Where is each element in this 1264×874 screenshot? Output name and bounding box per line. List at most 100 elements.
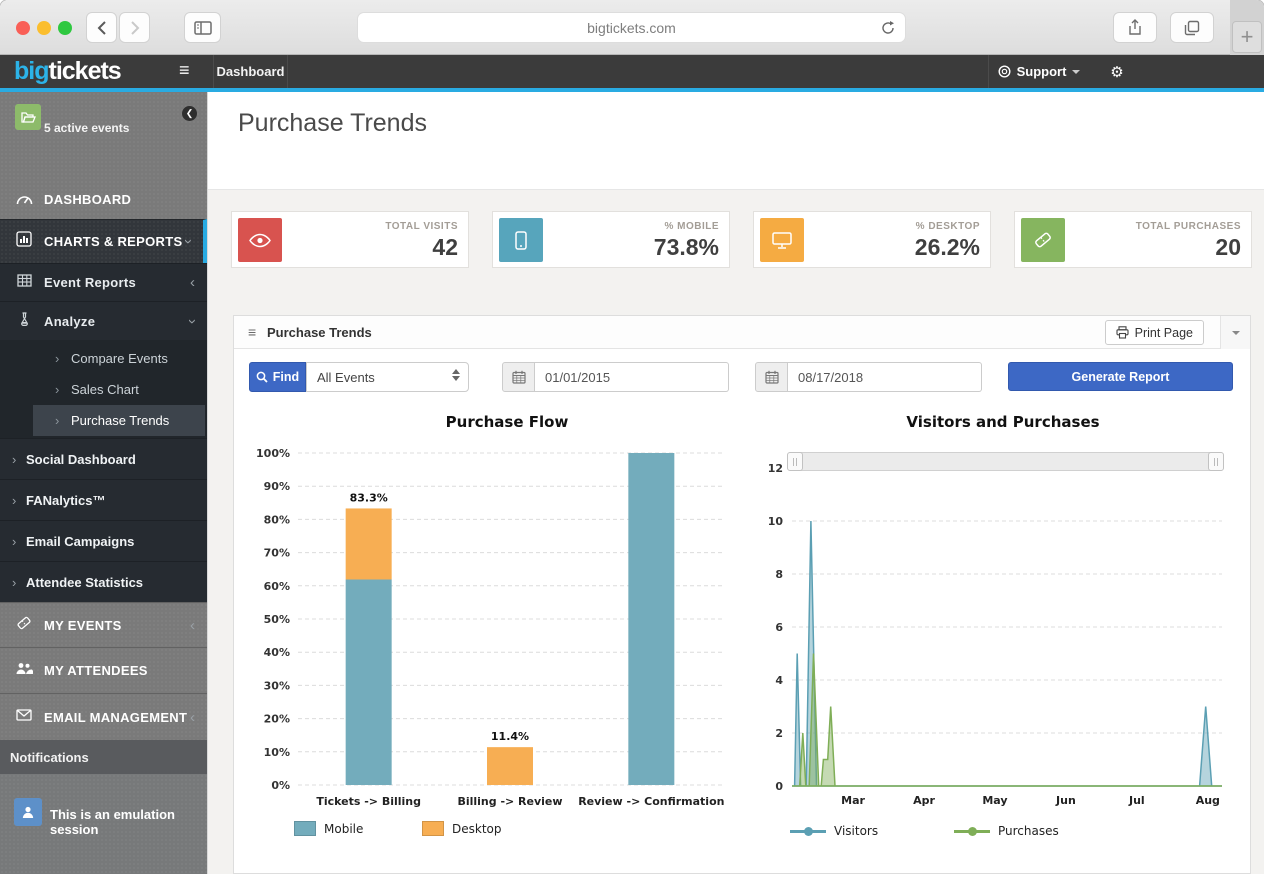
sidebar-toggle-button[interactable]	[184, 12, 221, 43]
sidebar-item-event-reports[interactable]: Event Reports ‹	[0, 263, 207, 301]
svg-text:Jun: Jun	[1055, 794, 1076, 807]
sidebar-item-social-dashboard[interactable]: › Social Dashboard	[0, 438, 207, 479]
stat-card-percent-desktop: % DESKTOP 26.2%	[753, 211, 991, 268]
desktop-legend-item: Desktop	[422, 821, 502, 836]
nav-divider	[988, 55, 989, 88]
sidebar-item-purchase-trends[interactable]: › Purchase Trends	[33, 405, 205, 436]
sidebar-icon	[194, 21, 212, 35]
find-button[interactable]: Find	[249, 362, 306, 392]
print-page-button[interactable]: Print Page	[1105, 320, 1204, 345]
sidebar-item-compare-events[interactable]: › Compare Events	[33, 343, 205, 374]
forward-button[interactable]	[119, 12, 150, 43]
back-button[interactable]	[86, 12, 117, 43]
menu-toggle-icon[interactable]: ≡	[179, 60, 190, 81]
ticket-icon	[1021, 218, 1065, 262]
sidebar: 5 active events ❮ DASHBOARD CHARTS & REP…	[0, 92, 207, 874]
minimize-window-button[interactable]	[37, 21, 51, 35]
gauge-icon	[15, 192, 33, 210]
share-button[interactable]	[1113, 12, 1157, 43]
sidebar-item-fanalytics[interactable]: › FANalytics™	[0, 479, 207, 520]
url-text: bigtickets.com	[587, 20, 676, 36]
share-icon	[1128, 19, 1142, 36]
sidebar-item-sales-chart[interactable]: › Sales Chart	[33, 374, 205, 405]
svg-text:Jul: Jul	[1128, 794, 1145, 807]
reload-icon[interactable]	[881, 20, 895, 36]
date-from-input[interactable]	[535, 362, 729, 392]
page-title: Purchase Trends	[238, 109, 427, 138]
sidebar-item-my-attendees[interactable]: MY ATTENDEES	[0, 647, 207, 693]
generate-report-button[interactable]: Generate Report	[1008, 362, 1233, 391]
svg-text:4: 4	[775, 674, 783, 687]
mobile-icon	[499, 218, 543, 262]
main-content: Purchase Trends TOTAL VISITS 42 % MOBILE…	[207, 92, 1264, 874]
sidebar-item-charts-reports[interactable]: CHARTS & REPORTS ›	[0, 219, 207, 263]
life-ring-icon	[998, 65, 1011, 78]
date-to-input[interactable]	[788, 362, 982, 392]
purchase-flow-chart-title: Purchase Flow	[307, 413, 707, 431]
ticket-icon	[15, 615, 33, 636]
panel-collapse-button[interactable]	[1220, 316, 1250, 349]
new-tab-button[interactable]: +	[1232, 21, 1262, 53]
gear-icon: ⚙	[1110, 63, 1123, 81]
range-handle-right[interactable]	[1208, 452, 1224, 471]
svg-text:8: 8	[775, 568, 783, 581]
sidebar-item-my-events[interactable]: MY EVENTS ‹	[0, 602, 207, 647]
sidebar-collapse-button[interactable]: ❮	[182, 106, 197, 121]
page-header: Purchase Trends	[208, 92, 1264, 190]
svg-text:Apr: Apr	[913, 794, 935, 807]
sidebar-item-email-management[interactable]: EMAIL MANAGEMENT ‹	[0, 693, 207, 740]
select-stepper-icon	[452, 369, 460, 381]
svg-text:0: 0	[775, 780, 783, 793]
notification-item[interactable]: This is an emulation session	[0, 774, 207, 874]
chevron-left-icon: ‹	[190, 617, 195, 634]
printer-icon	[1116, 326, 1129, 339]
chevron-down-icon: ›	[180, 239, 197, 244]
sidebar-item-email-campaigns[interactable]: › Email Campaigns	[0, 520, 207, 561]
close-window-button[interactable]	[16, 21, 30, 35]
chevron-down-icon: ›	[184, 319, 201, 324]
flask-icon	[15, 312, 33, 331]
sidebar-item-dashboard[interactable]: DASHBOARD	[0, 152, 207, 219]
chart-range-scrollbar[interactable]	[787, 452, 1224, 471]
nav-tab-dashboard[interactable]: Dashboard	[214, 55, 287, 88]
chevron-right-icon: ›	[12, 493, 16, 508]
panel-title: Purchase Trends	[267, 325, 372, 340]
chevron-down-icon	[1072, 70, 1080, 74]
svg-text:10: 10	[768, 515, 784, 528]
svg-text:Billing -> Review: Billing -> Review	[457, 795, 562, 808]
panel-menu-icon[interactable]: ≡	[248, 324, 256, 340]
visitors-purchases-chart-title: Visitors and Purchases	[803, 413, 1203, 431]
maximize-window-button[interactable]	[58, 21, 72, 35]
chevron-right-icon: ›	[55, 351, 59, 366]
sidebar-item-analyze[interactable]: Analyze ›	[0, 301, 207, 340]
forward-icon	[130, 21, 140, 35]
desktop-swatch	[422, 821, 444, 836]
svg-text:Aug: Aug	[1196, 794, 1220, 807]
stat-card-percent-mobile: % MOBILE 73.8%	[492, 211, 730, 268]
user-icon	[14, 798, 42, 826]
mobile-legend-item: Mobile	[294, 821, 363, 836]
nav-support-menu[interactable]: Support	[995, 55, 1083, 88]
browser-chrome: bigtickets.com +	[0, 0, 1264, 55]
sidebar-item-attendee-statistics[interactable]: › Attendee Statistics	[0, 561, 207, 602]
analyze-submenu: › Compare Events › Sales Chart › Purchas…	[0, 340, 207, 438]
settings-gear-button[interactable]: ⚙	[1097, 55, 1137, 88]
range-handle-left[interactable]	[787, 452, 803, 471]
chevron-right-icon: ›	[12, 534, 16, 549]
svg-text:70%: 70%	[264, 547, 290, 560]
bigtickets-logo[interactable]: bigtickets	[14, 57, 121, 86]
purchases-legend-item: Purchases	[954, 824, 1059, 838]
notifications-header: Notifications	[0, 740, 207, 774]
active-events-summary[interactable]: 5 active events ❮	[0, 92, 207, 152]
back-icon	[97, 21, 107, 35]
event-filter-select[interactable]: All Events	[306, 362, 469, 392]
visitors-line-marker	[790, 827, 826, 836]
visitors-purchases-chart: 024681012MarAprMayJunJulAug	[747, 433, 1239, 833]
browser-window: bigtickets.com + bigtickets ≡ Das	[0, 0, 1264, 874]
purchase-trends-panel: ≡ Purchase Trends Print Page	[233, 315, 1251, 874]
chevron-left-icon: ‹	[190, 274, 195, 291]
tabs-overview-button[interactable]	[1170, 12, 1214, 43]
stat-card-total-purchases: TOTAL PURCHASES 20	[1014, 211, 1252, 268]
address-bar[interactable]: bigtickets.com	[357, 12, 906, 43]
eye-icon	[238, 218, 282, 262]
